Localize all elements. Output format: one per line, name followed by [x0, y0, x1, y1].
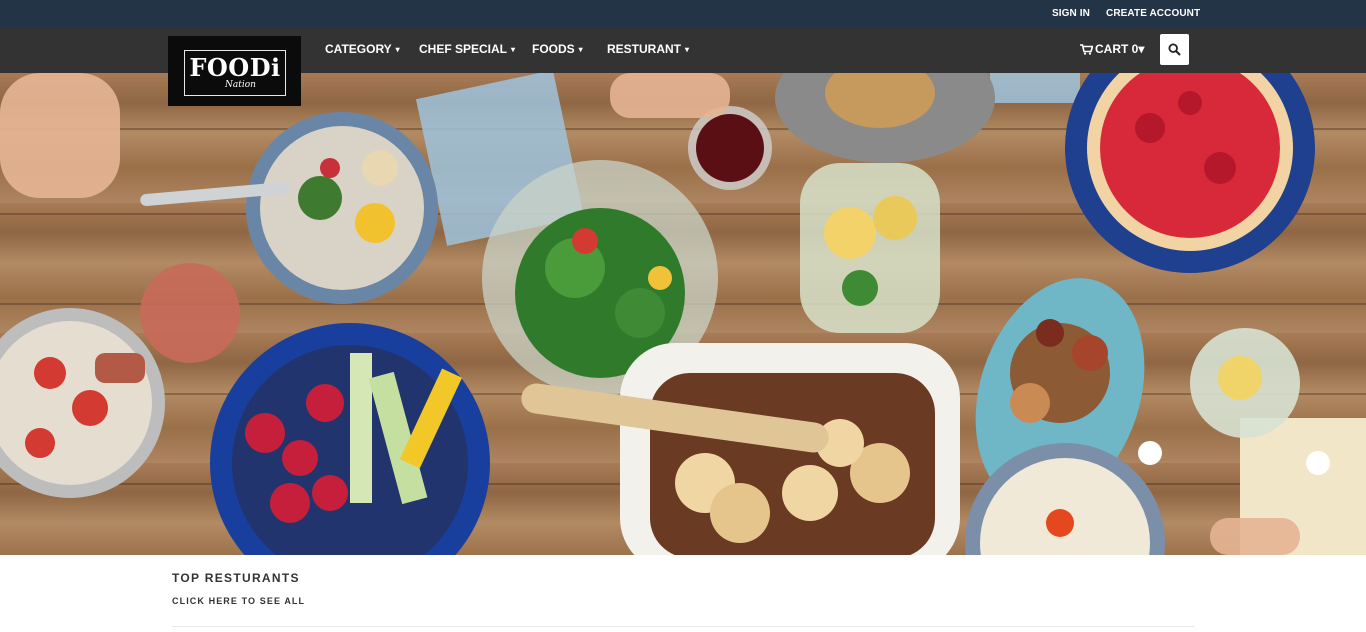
nav-category[interactable]: CATEGORY ▾: [325, 42, 400, 58]
nav-foods-label: FOODS: [532, 42, 575, 56]
cart-label: CART 0: [1095, 42, 1139, 56]
nav-resturant[interactable]: RESTURANT ▾: [607, 42, 689, 58]
caret-down-icon: ▾: [395, 45, 400, 54]
nav-category-label: CATEGORY: [325, 42, 392, 56]
logo-subtitle: Nation: [225, 80, 256, 90]
food-table-image: [0, 73, 1366, 555]
sign-in-link[interactable]: SIGN IN: [1052, 8, 1090, 19]
site-logo[interactable]: FOODi Nation: [168, 36, 301, 106]
nav-resturant-label: RESTURANT: [607, 42, 681, 56]
cart-button[interactable]: CART 0▾: [1080, 42, 1144, 56]
caret-down-icon: ▾: [1138, 42, 1145, 56]
nav-chef-special[interactable]: CHEF SPECIAL ▾: [419, 42, 515, 58]
section-title: TOP RESTURANTS: [172, 571, 300, 585]
nav-chef-special-label: CHEF SPECIAL: [419, 42, 508, 56]
search-button[interactable]: [1160, 34, 1189, 65]
cart-icon: [1080, 44, 1094, 55]
top-restaurants-section: TOP RESTURANTS CLICK HERE TO SEE ALL: [172, 571, 304, 606]
logo-frame: FOODi Nation: [184, 50, 286, 96]
create-account-link[interactable]: CREATE ACCOUNT: [1106, 8, 1200, 19]
caret-down-icon: ▾: [511, 45, 516, 54]
hero-banner: [0, 73, 1366, 555]
caret-down-icon: ▾: [578, 45, 583, 54]
caret-down-icon: ▾: [685, 45, 690, 54]
nav-foods[interactable]: FOODS ▾: [532, 42, 583, 58]
logo-wordmark: FOODi: [189, 53, 281, 82]
top-utility-bar: SIGN IN CREATE ACCOUNT: [0, 0, 1366, 27]
see-all-link[interactable]: CLICK HERE TO SEE ALL: [172, 596, 305, 606]
section-divider: [172, 626, 1194, 627]
search-icon: [1168, 43, 1181, 56]
